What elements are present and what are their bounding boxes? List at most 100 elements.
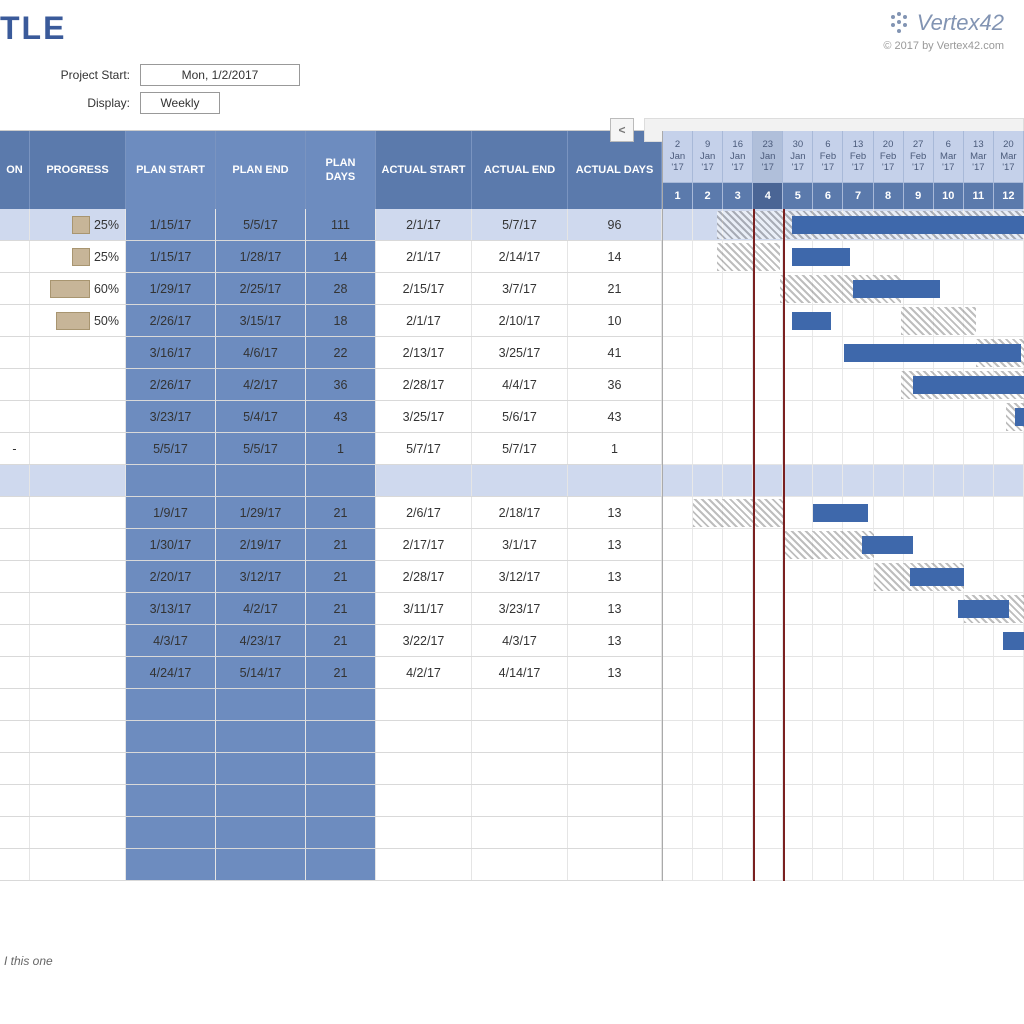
cell-plan-end[interactable]: 5/14/17	[216, 657, 306, 688]
cell-actual-end[interactable]: 3/7/17	[472, 273, 568, 304]
cell-plan-end[interactable]: 1/28/17	[216, 241, 306, 272]
cell-plan-end[interactable]: 4/2/17	[216, 369, 306, 400]
table-row[interactable]: -5/5/175/5/1715/7/175/7/171	[0, 433, 662, 465]
cell-plan-days[interactable]: 1	[306, 433, 376, 464]
cell-actual-start[interactable]: 2/1/17	[376, 209, 472, 240]
cell-plan-start[interactable]: 2/26/17	[126, 305, 216, 336]
table-row[interactable]	[0, 849, 662, 881]
cell-actual-start[interactable]: 2/6/17	[376, 497, 472, 528]
cell-actual-days[interactable]: 14	[568, 241, 662, 272]
cell-progress[interactable]: 50%	[30, 305, 126, 336]
cell-actual-days[interactable]: 13	[568, 625, 662, 656]
cell-plan-end[interactable]: 5/5/17	[216, 209, 306, 240]
cell-plan-days[interactable]: 21	[306, 529, 376, 560]
cell-actual-start[interactable]: 3/22/17	[376, 625, 472, 656]
cell-actual-days[interactable]: 13	[568, 657, 662, 688]
cell-progress[interactable]: 25%	[30, 241, 126, 272]
cell-actual-end[interactable]: 2/18/17	[472, 497, 568, 528]
table-row[interactable]	[0, 465, 662, 497]
cell-plan-start[interactable]: 1/9/17	[126, 497, 216, 528]
cell-progress[interactable]	[30, 625, 126, 656]
cell-plan-start[interactable]: 3/16/17	[126, 337, 216, 368]
cell-actual-days[interactable]: 43	[568, 401, 662, 432]
cell-plan-end[interactable]: 1/29/17	[216, 497, 306, 528]
cell-actual-end[interactable]: 3/1/17	[472, 529, 568, 560]
cell-plan-days[interactable]: 14	[306, 241, 376, 272]
table-row[interactable]: 2/20/173/12/17212/28/173/12/1713	[0, 561, 662, 593]
cell-plan-days[interactable]: 43	[306, 401, 376, 432]
scroll-left-button[interactable]: <	[610, 118, 634, 142]
cell-progress[interactable]	[30, 529, 126, 560]
cell-plan-start[interactable]: 1/15/17	[126, 241, 216, 272]
cell-progress[interactable]	[30, 593, 126, 624]
cell-plan-start[interactable]: 2/26/17	[126, 369, 216, 400]
cell-plan-days[interactable]: 21	[306, 657, 376, 688]
cell-plan-days[interactable]: 28	[306, 273, 376, 304]
cell-plan-start[interactable]: 1/29/17	[126, 273, 216, 304]
cell-plan-days[interactable]: 21	[306, 561, 376, 592]
table-row[interactable]	[0, 721, 662, 753]
cell-progress[interactable]	[30, 401, 126, 432]
cell-actual-days[interactable]: 21	[568, 273, 662, 304]
cell-plan-end[interactable]: 2/19/17	[216, 529, 306, 560]
display-select[interactable]: Weekly	[140, 92, 220, 114]
cell-actual-end[interactable]: 4/14/17	[472, 657, 568, 688]
cell-plan-start[interactable]: 2/20/17	[126, 561, 216, 592]
table-row[interactable]: 50%2/26/173/15/17182/1/172/10/1710	[0, 305, 662, 337]
cell-actual-end[interactable]: 5/6/17	[472, 401, 568, 432]
cell-actual-days[interactable]: 13	[568, 593, 662, 624]
cell-progress[interactable]	[30, 657, 126, 688]
table-row[interactable]: 25%1/15/171/28/17142/1/172/14/1714	[0, 241, 662, 273]
cell-plan-start[interactable]: 5/5/17	[126, 433, 216, 464]
cell-progress[interactable]: 60%	[30, 273, 126, 304]
cell-progress[interactable]	[30, 561, 126, 592]
cell-actual-end[interactable]: 3/25/17	[472, 337, 568, 368]
cell-actual-start[interactable]: 2/1/17	[376, 241, 472, 272]
cell-plan-start[interactable]: 3/13/17	[126, 593, 216, 624]
cell-actual-end[interactable]: 2/14/17	[472, 241, 568, 272]
cell-actual-days[interactable]: 36	[568, 369, 662, 400]
cell-plan-end[interactable]: 5/4/17	[216, 401, 306, 432]
table-row[interactable]: 25%1/15/175/5/171112/1/175/7/1796	[0, 209, 662, 241]
cell-plan-days[interactable]: 18	[306, 305, 376, 336]
table-row[interactable]	[0, 689, 662, 721]
cell-progress[interactable]	[30, 433, 126, 464]
table-row[interactable]: 1/9/171/29/17212/6/172/18/1713	[0, 497, 662, 529]
cell-plan-days[interactable]: 22	[306, 337, 376, 368]
cell-plan-end[interactable]: 3/15/17	[216, 305, 306, 336]
cell-progress[interactable]	[30, 337, 126, 368]
table-row[interactable]: 3/16/174/6/17222/13/173/25/1741	[0, 337, 662, 369]
cell-plan-end[interactable]: 2/25/17	[216, 273, 306, 304]
table-row[interactable]: 3/23/175/4/17433/25/175/6/1743	[0, 401, 662, 433]
cell-actual-start[interactable]: 2/17/17	[376, 529, 472, 560]
table-row[interactable]: 2/26/174/2/17362/28/174/4/1736	[0, 369, 662, 401]
cell-actual-end[interactable]: 4/4/17	[472, 369, 568, 400]
cell-actual-days[interactable]: 96	[568, 209, 662, 240]
cell-plan-days[interactable]: 21	[306, 497, 376, 528]
cell-actual-start[interactable]: 2/13/17	[376, 337, 472, 368]
cell-actual-days[interactable]: 1	[568, 433, 662, 464]
cell-plan-days[interactable]: 21	[306, 625, 376, 656]
cell-plan-end[interactable]: 4/2/17	[216, 593, 306, 624]
cell-actual-start[interactable]: 3/11/17	[376, 593, 472, 624]
cell-actual-start[interactable]: 3/25/17	[376, 401, 472, 432]
cell-actual-start[interactable]: 2/15/17	[376, 273, 472, 304]
cell-actual-end[interactable]: 4/3/17	[472, 625, 568, 656]
cell-actual-start[interactable]: 2/28/17	[376, 561, 472, 592]
cell-actual-days[interactable]: 13	[568, 529, 662, 560]
cell-plan-days[interactable]: 36	[306, 369, 376, 400]
cell-progress[interactable]	[30, 497, 126, 528]
cell-actual-start[interactable]: 4/2/17	[376, 657, 472, 688]
cell-plan-end[interactable]: 5/5/17	[216, 433, 306, 464]
table-row[interactable]: 60%1/29/172/25/17282/15/173/7/1721	[0, 273, 662, 305]
cell-plan-start[interactable]: 1/30/17	[126, 529, 216, 560]
cell-plan-start[interactable]: 3/23/17	[126, 401, 216, 432]
cell-progress[interactable]: 25%	[30, 209, 126, 240]
cell-actual-start[interactable]: 5/7/17	[376, 433, 472, 464]
table-row[interactable]: 4/24/175/14/17214/2/174/14/1713	[0, 657, 662, 689]
table-row[interactable]: 3/13/174/2/17213/11/173/23/1713	[0, 593, 662, 625]
cell-plan-days[interactable]: 21	[306, 593, 376, 624]
project-start-input[interactable]: Mon, 1/2/2017	[140, 64, 300, 86]
cell-actual-start[interactable]: 2/28/17	[376, 369, 472, 400]
cell-actual-end[interactable]: 3/12/17	[472, 561, 568, 592]
